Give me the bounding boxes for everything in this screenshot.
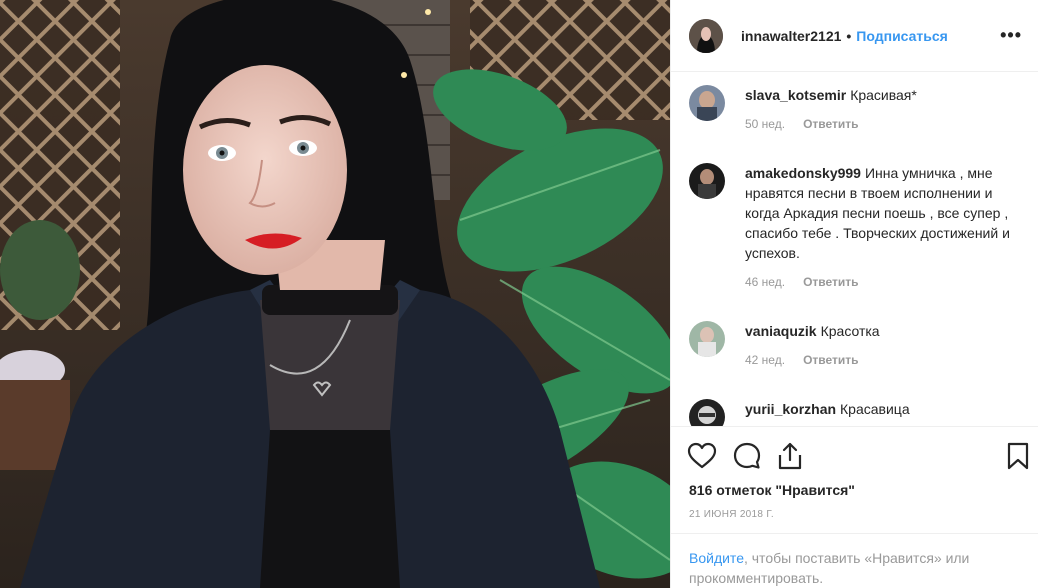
post-date[interactable]: 21 июня 2018 г. [689,509,774,520]
likes-count[interactable]: 816 отметок "Нравится" [689,482,855,498]
header-separator: • [846,27,852,44]
commenter-avatar[interactable] [689,85,725,121]
reply-button[interactable]: Ответить [803,117,858,131]
bookmark-icon[interactable] [1003,441,1033,471]
commenter-username[interactable]: slava_kotsemir [745,87,846,103]
commenter-avatar[interactable] [689,163,725,199]
commenter-avatar[interactable] [689,399,725,426]
comment-text: Красавица [840,401,910,417]
instagram-post: innawalter2121 • Подписаться ••• slava_k… [0,0,1038,588]
comment-item: slava_kotsemir Красивая* 50 нед. Ответить [689,85,1019,131]
follow-button[interactable]: Подписаться [856,28,948,44]
comment-item: amakedonsky999 Инна умничка , мне нравятс… [689,163,1019,289]
author-avatar[interactable] [689,18,723,53]
commenter-username[interactable]: yurii_korzhan [745,401,836,417]
comment-meta: 42 нед. Ответить [745,353,1015,367]
login-prompt: Войдите, чтобы поставить «Нравится» или … [671,533,1038,588]
comment-text: Красотка [820,323,880,339]
heart-icon[interactable] [687,441,717,471]
comment-age: 50 нед. [745,117,786,131]
share-icon[interactable] [775,441,805,471]
comment-age: 42 нед. [745,353,786,367]
post-header: innawalter2121 • Подписаться ••• [671,0,1038,72]
reply-button[interactable]: Ответить [803,275,858,289]
comment-item: yurii_korzhan Красавица [689,399,1019,426]
commenter-username[interactable]: vaniaquzik [745,323,817,339]
post-actions: 816 отметок "Нравится" 21 июня 2018 г. [671,426,1038,520]
author-username[interactable]: innawalter2121 [741,28,841,44]
comment-text: Красивая* [850,87,917,103]
comment-text-block: amakedonsky999 Инна умничка , мне нравятс… [745,163,1015,263]
portrait-image [0,0,670,588]
comment-text-block: vaniaquzik Красотка [745,321,1015,341]
comment-item: vaniaquzik Красотка 42 нед. Ответить [689,321,1019,367]
comment-age: 46 нед. [745,275,786,289]
post-sidebar: innawalter2121 • Подписаться ••• slava_k… [670,0,1038,588]
commenter-avatar[interactable] [689,321,725,357]
post-photo[interactable] [0,0,670,588]
comment-meta: 50 нед. Ответить [745,117,1015,131]
reply-button[interactable]: Ответить [803,353,858,367]
comments-list[interactable]: slava_kotsemir Красивая* 50 нед. Ответить … [671,73,1038,426]
comment-meta: 46 нед. Ответить [745,275,1015,289]
commenter-username[interactable]: amakedonsky999 [745,165,861,181]
comment-text-block: yurii_korzhan Красавица [745,399,1015,419]
action-icons [671,427,1038,483]
comment-icon[interactable] [732,441,762,471]
login-link[interactable]: Войдите [689,550,744,566]
comment-text-block: slava_kotsemir Красивая* [745,85,1015,105]
more-options-icon[interactable]: ••• [1000,25,1022,46]
